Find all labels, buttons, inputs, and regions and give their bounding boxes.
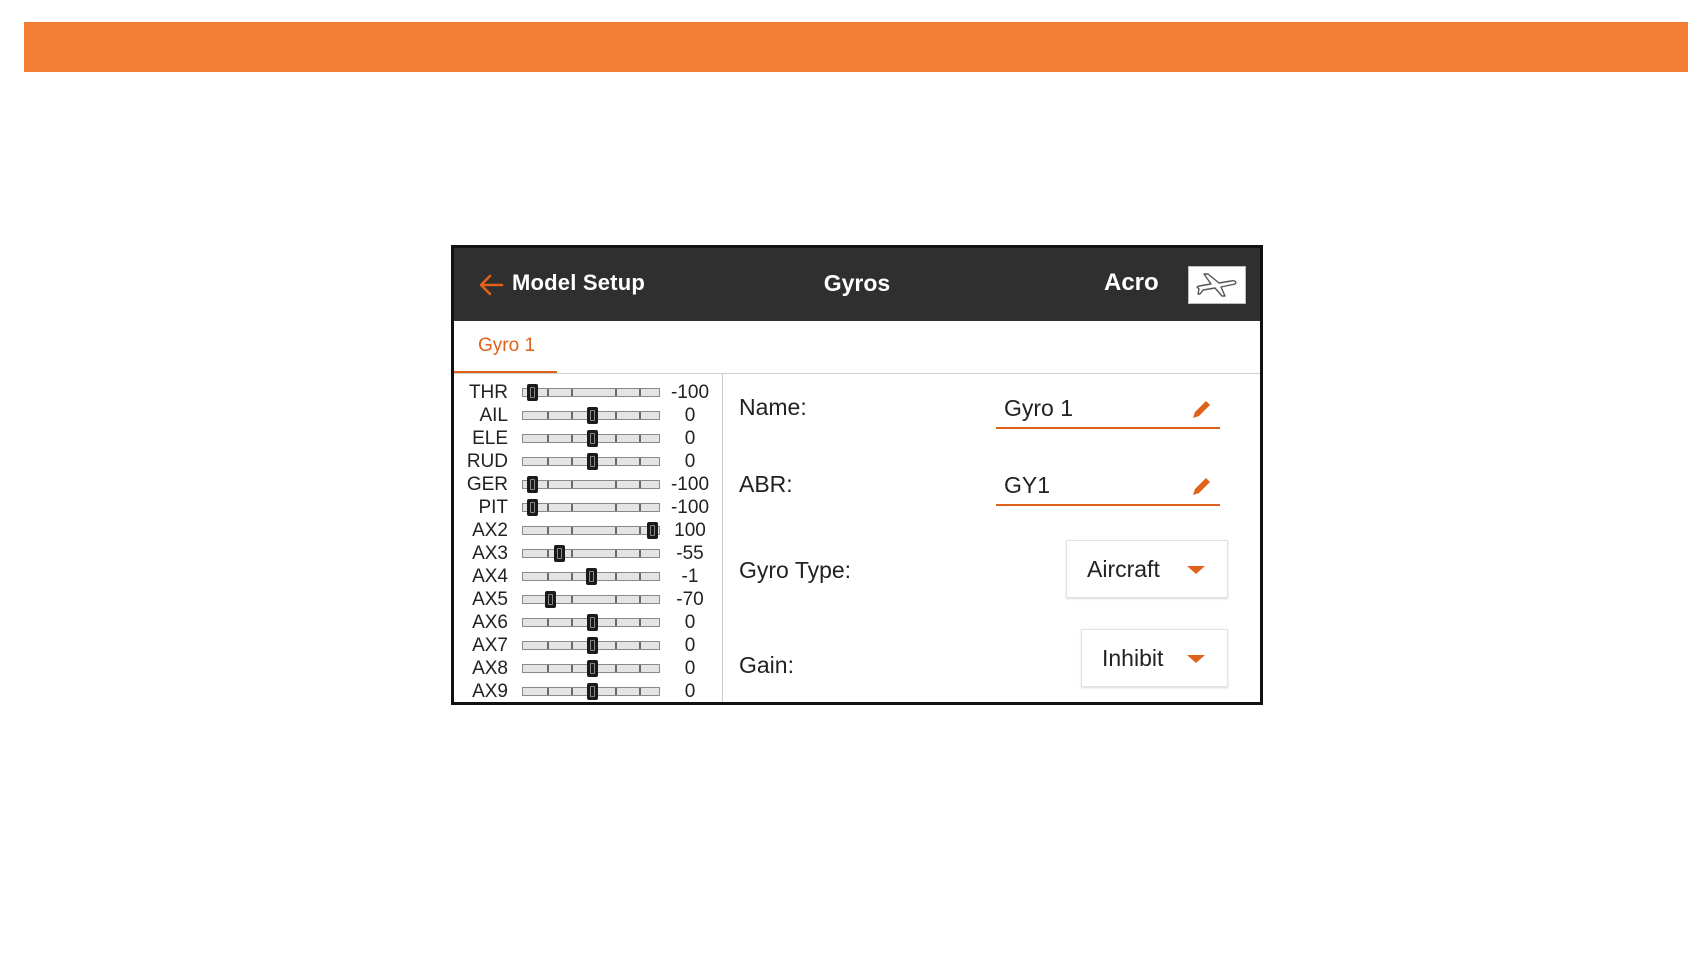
channel-bar <box>522 614 660 631</box>
caret-down-icon <box>1187 566 1205 574</box>
channel-indicator <box>586 568 598 585</box>
channel-name: AX9 <box>472 681 508 702</box>
channel-value: -1 <box>681 566 699 587</box>
caret-down-icon <box>1187 655 1205 663</box>
channel-row-ele: ELE 0 <box>454 428 722 450</box>
channel-row-ax2: AX2 100 <box>454 520 722 542</box>
channel-row-pit: PIT -100 <box>454 497 722 519</box>
channel-value: -100 <box>670 497 710 518</box>
channel-indicator <box>554 545 565 562</box>
pencil-icon[interactable] <box>1190 474 1214 498</box>
gyro-type-value: Aircraft <box>1087 556 1160 582</box>
gain-dropdown[interactable]: Inhibit <box>1081 629 1228 687</box>
channel-bar <box>522 384 660 401</box>
gyro-type-dropdown[interactable]: Aircraft <box>1066 540 1228 598</box>
name-value: Gyro 1 <box>1004 395 1074 421</box>
channel-indicator <box>587 430 598 447</box>
channel-bar <box>522 430 660 447</box>
channel-name: AX7 <box>472 635 508 656</box>
channel-row-ax5: AX5 -70 <box>454 589 722 611</box>
channel-value: 100 <box>674 520 706 541</box>
channel-value: 0 <box>684 635 696 656</box>
channel-bar <box>522 522 660 539</box>
channel-indicator <box>587 637 598 654</box>
channel-name: THR <box>468 382 508 403</box>
channel-indicator <box>587 614 598 631</box>
channel-bar <box>522 499 660 516</box>
airplane-icon[interactable] <box>1188 266 1246 304</box>
channel-value: -100 <box>670 474 710 495</box>
channel-row-ax4: AX4 -1 <box>454 566 722 588</box>
orange-banner <box>24 22 1688 72</box>
channel-row-thr: THR -100 <box>454 382 722 404</box>
channel-name: AX2 <box>472 520 508 541</box>
channel-bar <box>522 683 660 700</box>
channel-name: AX6 <box>472 612 508 633</box>
gyro-type-label: Gyro Type: <box>739 557 852 583</box>
gyro-settings-panel: Name: Gyro 1 ABR: GY1 Gyro Type: Aircraf… <box>723 374 1260 702</box>
channel-row-rud: RUD 0 <box>454 451 722 473</box>
channel-row-ax3: AX3 -55 <box>454 543 722 565</box>
channel-indicator <box>587 660 598 677</box>
channel-indicator <box>587 683 598 700</box>
channel-value: -100 <box>670 382 710 403</box>
channel-row-ax7: AX7 0 <box>454 635 722 657</box>
channel-indicator <box>647 522 658 539</box>
tab-gyro-1[interactable]: Gyro 1 <box>454 321 557 373</box>
channel-name: AX4 <box>472 566 508 587</box>
channel-indicator <box>527 476 538 493</box>
channel-value: 0 <box>684 405 696 426</box>
gain-label: Gain: <box>739 652 794 678</box>
channel-name: PIT <box>478 497 508 518</box>
channel-bar <box>522 407 660 424</box>
channel-indicator <box>587 407 598 424</box>
channel-name: AX8 <box>472 658 508 679</box>
channel-name: AX3 <box>472 543 508 564</box>
channel-value: -70 <box>676 589 704 610</box>
channel-indicator <box>545 591 556 608</box>
channel-value: 0 <box>684 428 696 449</box>
channel-row-ax9: AX9 0 <box>454 681 722 702</box>
channel-bar <box>522 591 660 608</box>
channel-row-ail: AIL 0 <box>454 405 722 427</box>
channel-value: 0 <box>684 451 696 472</box>
channel-bar <box>522 545 660 562</box>
tab-bar: Gyro 1 <box>454 321 1260 374</box>
name-label: Name: <box>739 394 807 420</box>
channel-value: -55 <box>676 543 704 564</box>
channel-bar <box>522 453 660 470</box>
abr-field[interactable]: GY1 <box>996 468 1220 506</box>
header-bar: Model Setup Gyros Acro <box>454 248 1260 321</box>
model-name[interactable]: Acro <box>1104 269 1159 297</box>
channel-bar <box>522 637 660 654</box>
channel-bar <box>522 660 660 677</box>
channel-value: 0 <box>684 612 696 633</box>
name-field[interactable]: Gyro 1 <box>996 391 1220 429</box>
channel-row-ger: GER -100 <box>454 474 722 496</box>
channel-row-ax6: AX6 0 <box>454 612 722 634</box>
channel-monitor: THR -100 AIL 0 ELE 0 RUD 0 GER -100 PIT … <box>454 374 723 702</box>
abr-value: GY1 <box>1004 472 1051 498</box>
channel-name: ELE <box>472 428 508 449</box>
channel-indicator <box>527 499 538 516</box>
channel-name: RUD <box>466 451 508 472</box>
tab-label: Gyro 1 <box>478 335 536 356</box>
channel-name: AIL <box>479 405 508 426</box>
channel-row-ax8: AX8 0 <box>454 658 722 680</box>
channel-name: AX5 <box>472 589 508 610</box>
abr-label: ABR: <box>739 471 793 497</box>
gain-value: Inhibit <box>1102 645 1164 671</box>
channel-value: 0 <box>684 681 696 702</box>
channel-bar <box>522 568 660 585</box>
pencil-icon[interactable] <box>1190 397 1214 421</box>
channel-indicator <box>527 384 538 401</box>
channel-name: GER <box>466 474 508 495</box>
transmitter-screen: Model Setup Gyros Acro Gyro 1 THR -100 A… <box>451 245 1263 705</box>
channel-value: 0 <box>684 658 696 679</box>
channel-indicator <box>587 453 598 470</box>
channel-bar <box>522 476 660 493</box>
